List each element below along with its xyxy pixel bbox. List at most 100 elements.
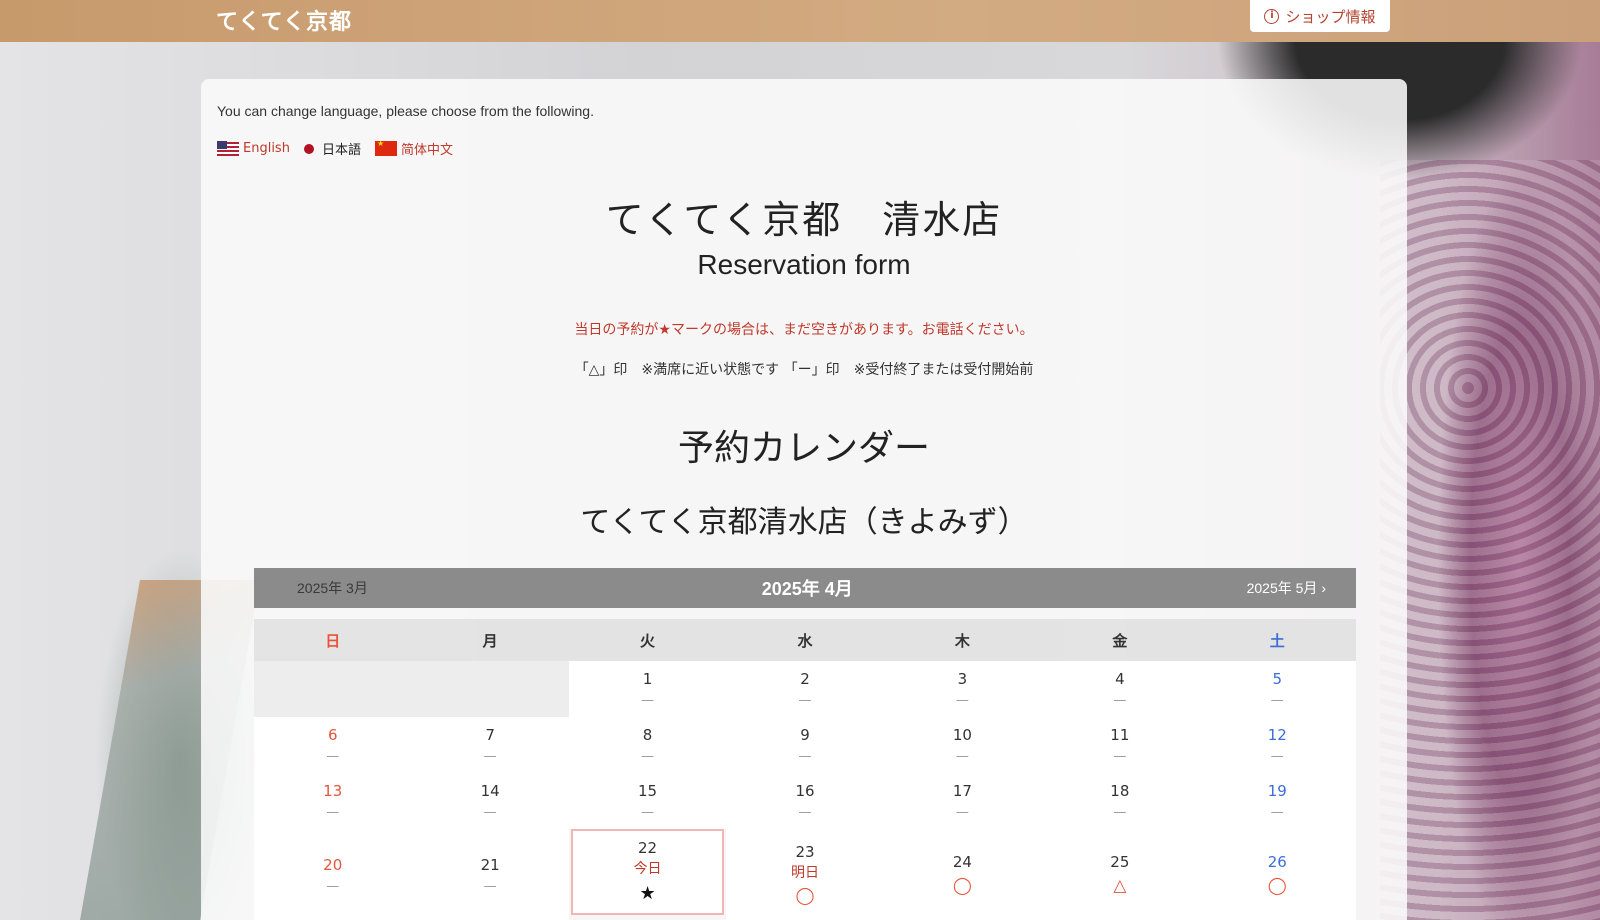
day-number: 21 <box>480 856 500 874</box>
today-label: 今日 <box>633 861 662 878</box>
availability-mark: — <box>798 692 812 708</box>
calendar-day[interactable]: 16 — <box>726 773 884 829</box>
store-heading: てくてく京都清水店（きよみず） <box>580 505 1028 540</box>
availability-mark: — <box>1270 804 1284 820</box>
day-number: 20 <box>323 856 343 874</box>
day-number: 11 <box>1110 726 1130 744</box>
calendar-day[interactable]: 13 — <box>254 773 412 829</box>
triangle-nearly-full-icon: △ <box>1113 875 1127 896</box>
day-number: 16 <box>795 782 815 800</box>
availability-mark: — <box>955 804 969 820</box>
mark-legend: 「△」印 ※満席に近い状態です 「ー」印 ※受付終了または受付開始前 <box>574 362 1034 378</box>
calendar-day[interactable]: 10 — <box>883 717 1042 773</box>
star-icon: ★ <box>639 883 656 905</box>
info-icon: i <box>1264 8 1280 24</box>
tomorrow-label: 明日 <box>790 865 819 881</box>
prev-month-link[interactable]: 2025年 3月 <box>297 578 368 598</box>
calendar-day[interactable]: 9 — <box>726 717 884 773</box>
language-option-chinese[interactable]: 简体中文 <box>374 139 453 158</box>
chevron-right-icon: › <box>1321 580 1326 596</box>
calendar-month-nav: 2025年 3月 2025年 4月 2025年 5月 › <box>254 568 1356 608</box>
availability-mark: — <box>1270 748 1284 764</box>
language-label: 简体中文 <box>400 143 453 158</box>
us-flag-icon <box>217 141 239 156</box>
calendar-day[interactable]: 6 — <box>254 717 412 773</box>
day-number: 15 <box>638 782 658 800</box>
day-number: 14 <box>480 782 500 800</box>
weekday-saturday: 土 <box>1269 631 1285 650</box>
calendar-day[interactable]: 20 — <box>254 829 412 920</box>
availability-mark: — <box>641 692 655 708</box>
circle-available-icon: ◯ <box>1267 875 1287 896</box>
jp-flag-icon <box>303 143 314 154</box>
calendar-heading: 予約カレンダー <box>677 428 930 469</box>
weekday-tuesday: 火 <box>640 631 656 650</box>
calendar-day[interactable]: 5 — <box>1198 661 1356 717</box>
availability-mark: — <box>641 748 655 764</box>
calendar-day[interactable]: 12 — <box>1198 717 1356 773</box>
calendar-day[interactable]: 3 — <box>883 661 1042 717</box>
availability-mark: — <box>798 748 812 764</box>
weekday-sunday: 日 <box>325 631 341 650</box>
availability-mark: — <box>798 804 812 820</box>
weekday-monday: 月 <box>482 631 498 650</box>
day-number: 9 <box>800 726 810 744</box>
day-number: 23 <box>795 842 815 861</box>
language-option-english[interactable]: English <box>217 141 290 156</box>
calendar-day[interactable]: 17 — <box>883 773 1042 829</box>
availability-mark: — <box>1270 692 1284 708</box>
calendar-day[interactable]: 1 — <box>568 661 727 717</box>
availability-mark: — <box>1113 692 1127 708</box>
calendar-day[interactable]: 19 — <box>1198 773 1356 829</box>
calendar-day[interactable]: 18 — <box>1041 773 1199 829</box>
calendar-day-tomorrow[interactable]: 23 明日 ◯ <box>726 829 884 920</box>
day-number: 1 <box>642 670 653 688</box>
calendar-day[interactable]: 8 — <box>568 717 727 773</box>
reservation-calendar: 2025年 3月 2025年 4月 2025年 5月 › 日 月 火 水 木 金… <box>254 568 1356 920</box>
day-number: 17 <box>952 782 972 800</box>
top-header: てくてく京都 i ショップ情報 <box>0 0 1600 42</box>
shop-info-button[interactable]: i ショップ情報 <box>1250 0 1390 32</box>
day-number: 25 <box>1110 853 1130 871</box>
calendar-day[interactable]: 24 ◯ <box>883 829 1042 920</box>
shop-info-label: ショップ情報 <box>1285 7 1376 26</box>
day-number: 6 <box>327 726 338 744</box>
day-number: 7 <box>485 726 495 744</box>
calendar-day[interactable]: 15 — <box>568 773 727 829</box>
cn-flag-icon <box>374 139 397 156</box>
language-note: You can change language, please choose f… <box>217 103 594 119</box>
language-selector: English 日本語 简体中文 <box>217 139 453 158</box>
day-number: 19 <box>1267 782 1287 800</box>
calendar-day[interactable]: 2 — <box>726 661 884 717</box>
language-label: English <box>243 141 290 156</box>
calendar-day[interactable]: 26 ◯ <box>1198 829 1356 920</box>
calendar-day-empty <box>254 661 412 717</box>
calendar-day[interactable]: 25 △ <box>1041 829 1199 920</box>
calendar-day[interactable]: 11 — <box>1041 717 1199 773</box>
calendar-day-empty <box>411 661 569 717</box>
language-option-japanese[interactable]: 日本語 <box>303 139 361 158</box>
day-number: 4 <box>1115 670 1125 688</box>
calendar-week: 13 — 14 — 15 — 16 — 17 — 18 — 19 — <box>254 773 1356 829</box>
availability-mark: — <box>326 804 340 820</box>
availability-mark: — <box>483 748 497 764</box>
brand-logo-text[interactable]: てくてく京都 <box>216 4 352 36</box>
calendar-day-today[interactable]: 22 今日 ★ <box>570 829 725 915</box>
day-number: 3 <box>957 670 968 688</box>
availability-mark: — <box>483 804 497 820</box>
calendar-day[interactable]: 7 — <box>411 717 569 773</box>
day-number: 18 <box>1110 782 1130 800</box>
calendar-day[interactable]: 21 — <box>411 829 569 920</box>
availability-mark: — <box>326 748 340 764</box>
calendar-day[interactable]: 14 — <box>411 773 569 829</box>
circle-available-icon: ◯ <box>952 875 972 896</box>
next-month-link[interactable]: 2025年 5月 › <box>1247 578 1326 598</box>
current-month-label: 2025年 4月 <box>761 579 853 599</box>
availability-mark: — <box>1113 748 1127 764</box>
availability-mark: — <box>483 878 497 894</box>
day-number: 26 <box>1267 853 1287 871</box>
calendar-day[interactable]: 4 — <box>1041 661 1199 717</box>
availability-mark: — <box>641 804 655 820</box>
shop-title: てくてく京都 清水店 <box>605 198 1003 242</box>
weekday-thursday: 木 <box>954 631 970 650</box>
